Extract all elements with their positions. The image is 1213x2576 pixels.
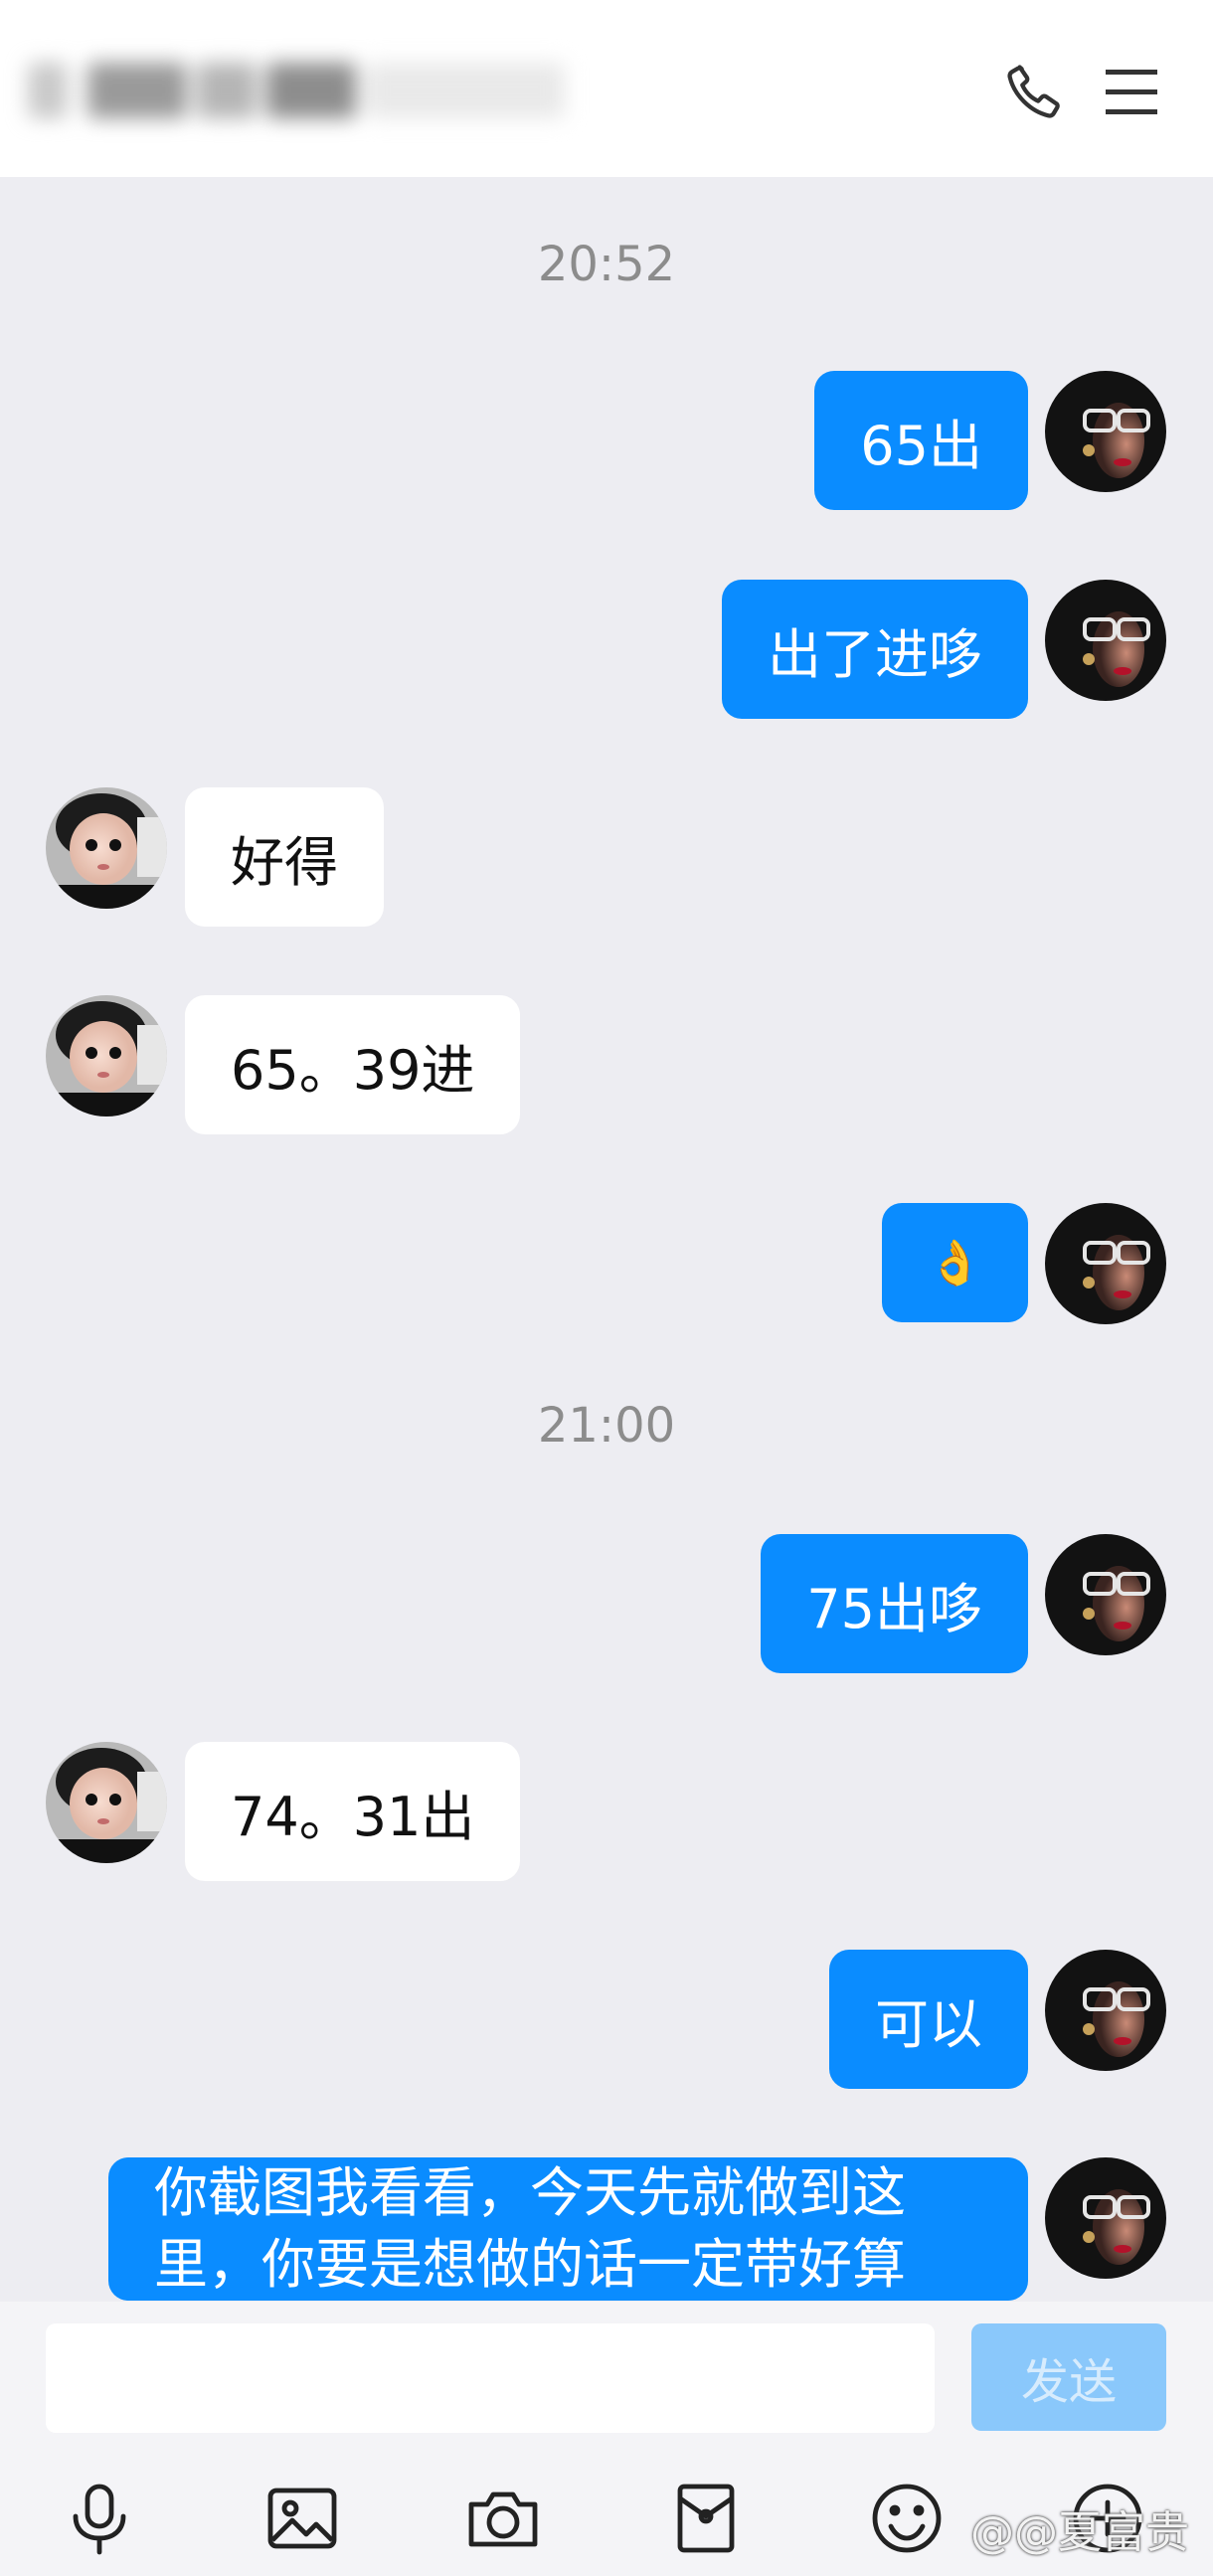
message-row-outgoing: 75出哆 [0,1534,1213,1673]
my-avatar[interactable] [1045,1534,1166,1655]
contact-name-blurred [28,45,585,139]
emoji-icon[interactable] [867,2479,947,2558]
message-bubble-outgoing[interactable]: 65出 [814,371,1028,510]
my-avatar[interactable] [1045,2157,1166,2279]
message-bubble-outgoing[interactable]: 可以 [829,1950,1028,2089]
phone-icon[interactable] [1002,60,1066,123]
image-icon[interactable] [262,2479,342,2558]
microphone-icon[interactable] [60,2479,139,2558]
message-row-outgoing: 你截图我看看，今天先就做到这里，你要是想做的话一定带好算 [0,2157,1213,2301]
message-row-outgoing: 出了进哆 [0,580,1213,719]
message-bubble-incoming[interactable]: 74。31出 [185,1742,521,1881]
message-bubble-outgoing[interactable]: 出了进哆 [722,580,1028,719]
chat-area[interactable]: 20:52 65出 出了进哆 好得 65。39进 👌 21:00 75出哆 74… [0,177,1213,2302]
message-row-outgoing: 👌 [0,1203,1213,1342]
my-avatar[interactable] [1045,371,1166,492]
input-bar: 发送 @@夏富贵 [0,2302,1213,2576]
contact-avatar[interactable] [46,1742,167,1863]
message-row-outgoing: 可以 [0,1950,1213,2089]
my-avatar[interactable] [1045,1950,1166,2071]
timestamp: 20:52 [537,237,676,292]
camera-icon[interactable] [463,2479,543,2558]
message-bubble-outgoing-emoji[interactable]: 👌 [882,1203,1028,1322]
message-row-incoming: 65。39进 [0,995,1213,1134]
ok-hand-icon: 👌 [928,1238,982,1288]
red-packet-icon[interactable] [666,2479,746,2558]
send-button[interactable]: 发送 [971,2323,1166,2431]
message-bubble-incoming[interactable]: 65。39进 [185,995,521,1134]
message-input[interactable] [46,2323,935,2433]
message-row-incoming: 好得 [0,787,1213,927]
watermark: @@夏富贵 [970,2507,1189,2558]
contact-avatar[interactable] [46,787,167,909]
contact-avatar[interactable] [46,995,167,1116]
message-bubble-incoming[interactable]: 好得 [185,787,384,927]
message-bubble-outgoing[interactable]: 你截图我看看，今天先就做到这里，你要是想做的话一定带好算 [108,2157,1028,2301]
message-row-incoming: 74。31出 [0,1742,1213,1881]
timestamp: 21:00 [537,1398,676,1454]
menu-icon[interactable] [1104,66,1159,117]
my-avatar[interactable] [1045,580,1166,701]
message-row-outgoing: 65出 [0,371,1213,510]
chat-header [0,0,1213,177]
message-bubble-outgoing[interactable]: 75出哆 [761,1534,1028,1673]
my-avatar[interactable] [1045,1203,1166,1324]
